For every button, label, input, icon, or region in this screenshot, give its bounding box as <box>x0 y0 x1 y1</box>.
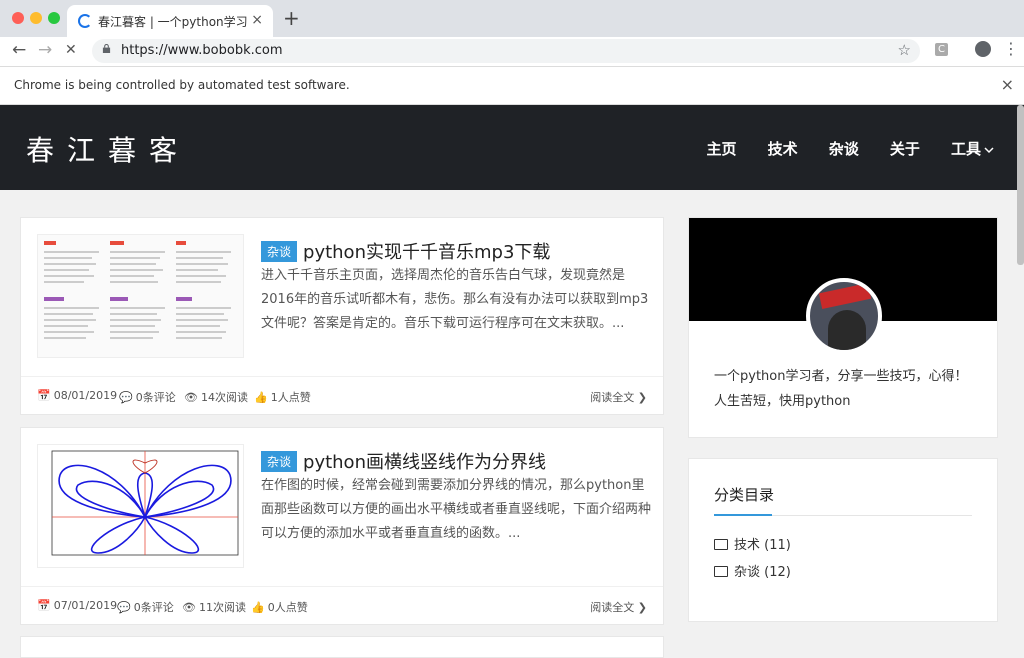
avatar-flag-shape <box>818 282 872 310</box>
loading-spinner-icon <box>78 14 92 28</box>
post-views: 👁 11次阅读 <box>182 599 246 615</box>
post-date: 📅 08/01/2019 <box>37 389 117 402</box>
nav-item-tools-label: 工具 <box>950 140 981 158</box>
post-comments[interactable]: 💬 0条评论 <box>117 599 174 615</box>
comment-icon: 💬 <box>119 391 133 404</box>
post-date-text: 07/01/2019 <box>53 599 118 612</box>
main-nav: 主页 技术 杂谈 关于 工具 <box>681 138 994 159</box>
post-views: 👁 14次阅读 <box>184 389 248 405</box>
url-text: https://www.bobobk.com <box>121 43 283 58</box>
browser-tabstrip: 春江暮客 | 一个python学习者的 × + <box>0 0 1024 37</box>
post-likes[interactable]: 👍 0人点赞 <box>251 599 308 615</box>
post-card: 杂谈 python实现千千音乐mp3下载 进入千千音乐主页面，选择周杰伦的音乐告白… <box>20 217 664 415</box>
minimize-window-button[interactable] <box>30 12 42 24</box>
eye-icon: 👁 <box>182 601 196 614</box>
post-meta: 📅 07/01/2019 💬 0条评论 👁 11次阅读 👍 0人点赞 阅读全文 ❯ <box>21 586 663 625</box>
post-card: 杂谈 python画横线竖线作为分界线 在作图的时候，经常会碰到需要添加分界线的情… <box>20 427 664 625</box>
post-comments-text: 0条评论 <box>135 391 176 404</box>
browser-menu-icon[interactable]: ⋮ <box>1003 39 1019 58</box>
back-button[interactable]: ← <box>12 40 26 60</box>
chevron-right-icon: ❯ <box>637 391 647 404</box>
nav-item-home[interactable]: 主页 <box>707 138 737 159</box>
site-logo[interactable]: 春江暮客 <box>26 129 190 169</box>
post-comments[interactable]: 💬 0条评论 <box>119 389 176 405</box>
chevron-down-icon <box>984 147 994 154</box>
folder-icon <box>714 539 728 550</box>
folder-icon <box>714 566 728 577</box>
new-tab-button[interactable]: + <box>283 6 300 30</box>
categories-heading: 分类目录 <box>714 486 775 504</box>
category-badge[interactable]: 杂谈 <box>261 241 298 262</box>
nav-item-tools[interactable]: 工具 <box>951 138 994 159</box>
category-label: 杂谈 (12) <box>734 565 791 580</box>
read-more-link[interactable]: 阅读全文 ❯ <box>590 389 647 405</box>
site-header: 春江暮客 主页 技术 杂谈 关于 工具 <box>0 105 1024 190</box>
browser-toolbar: ← → ✕ https://www.bobobk.com ☆ C ⋮ <box>0 37 1024 67</box>
maximize-window-button[interactable] <box>48 12 60 24</box>
post-thumbnail[interactable] <box>37 444 244 568</box>
nav-item-misc[interactable]: 杂谈 <box>829 138 859 159</box>
thumbs-up-icon: 👍 <box>251 601 265 614</box>
eye-icon: 👁 <box>184 391 198 404</box>
post-excerpt: 进入千千音乐主页面，选择周杰伦的音乐告白气球，发现竟然是2016年的音乐试听都木… <box>261 268 649 331</box>
chevron-right-icon: ❯ <box>637 601 647 614</box>
avatar-person-shape <box>828 310 866 350</box>
post-date-text: 08/01/2019 <box>53 389 118 402</box>
author-avatar[interactable] <box>806 278 882 354</box>
calendar-icon: 📅 <box>37 599 51 612</box>
read-more-link[interactable]: 阅读全文 ❯ <box>590 599 647 615</box>
calendar-icon: 📅 <box>37 389 51 402</box>
profile-avatar-icon[interactable] <box>975 41 991 57</box>
post-title[interactable]: 杂谈 python实现千千音乐mp3下载 <box>261 238 550 264</box>
post-meta: 📅 08/01/2019 💬 0条评论 👁 14次阅读 👍 1人点赞 阅读全文 ❯ <box>21 376 663 415</box>
nav-item-about[interactable]: 关于 <box>890 138 920 159</box>
nav-item-tech[interactable]: 技术 <box>768 138 798 159</box>
post-card <box>20 636 664 658</box>
author-bio: 一个python学习者，分享一些技巧，心得！ 人生苦短，快用python <box>714 369 968 409</box>
post-likes[interactable]: 👍 1人点赞 <box>254 389 311 405</box>
address-bar[interactable]: https://www.bobobk.com ☆ <box>92 39 920 63</box>
author-profile-card: 一个python学习者，分享一些技巧，心得！ 人生苦短，快用python <box>688 217 998 438</box>
post-date: 📅 07/01/2019 <box>37 599 117 612</box>
post-comments-text: 0条评论 <box>133 601 174 614</box>
post-likes-text: 1人点赞 <box>270 391 311 404</box>
read-more-text: 阅读全文 <box>590 391 635 404</box>
butterfly-plot-thumbnail-image <box>51 450 239 556</box>
post-views-text: 14次阅读 <box>200 391 248 404</box>
lock-icon <box>102 44 111 53</box>
thumbs-up-icon: 👍 <box>254 391 268 404</box>
extension-icon[interactable]: C <box>935 43 948 56</box>
browser-tab[interactable]: 春江暮客 | 一个python学习者的 × <box>67 5 273 37</box>
stop-button[interactable]: ✕ <box>65 42 77 58</box>
comment-icon: 💬 <box>117 601 131 614</box>
page-scrollbar[interactable] <box>1017 105 1024 265</box>
post-likes-text: 0人点赞 <box>267 601 308 614</box>
category-item-tech[interactable]: 技术 (11) <box>714 534 791 553</box>
category-badge[interactable]: 杂谈 <box>261 451 298 472</box>
tab-title: 春江暮客 | 一个python学习者的 <box>98 15 248 29</box>
bookmark-star-icon[interactable]: ☆ <box>898 41 911 59</box>
post-excerpt: 在作图的时候，经常会碰到需要添加分界线的情况，那么python里面那些函数可以方… <box>261 478 652 541</box>
infobar-message: Chrome is being controlled by automated … <box>14 78 350 92</box>
post-title-text: python画横线竖线作为分界线 <box>303 452 546 473</box>
categories-widget: 分类目录 技术 (11) 杂谈 (12) <box>688 458 998 622</box>
music-chart-thumbnail-image <box>44 241 231 339</box>
post-title-text: python实现千千音乐mp3下载 <box>303 242 551 263</box>
heading-underline <box>714 514 972 516</box>
tab-close-button[interactable]: × <box>251 12 263 28</box>
post-thumbnail[interactable] <box>37 234 244 358</box>
category-label: 技术 (11) <box>734 538 791 553</box>
close-window-button[interactable] <box>12 12 24 24</box>
read-more-text: 阅读全文 <box>590 601 635 614</box>
infobar-close-button[interactable]: × <box>1001 75 1014 94</box>
forward-button[interactable]: → <box>38 40 52 60</box>
category-item-misc[interactable]: 杂谈 (12) <box>714 561 791 580</box>
post-views-text: 11次阅读 <box>198 601 246 614</box>
automation-infobar: Chrome is being controlled by automated … <box>0 67 1024 105</box>
post-title[interactable]: 杂谈 python画横线竖线作为分界线 <box>261 448 546 474</box>
